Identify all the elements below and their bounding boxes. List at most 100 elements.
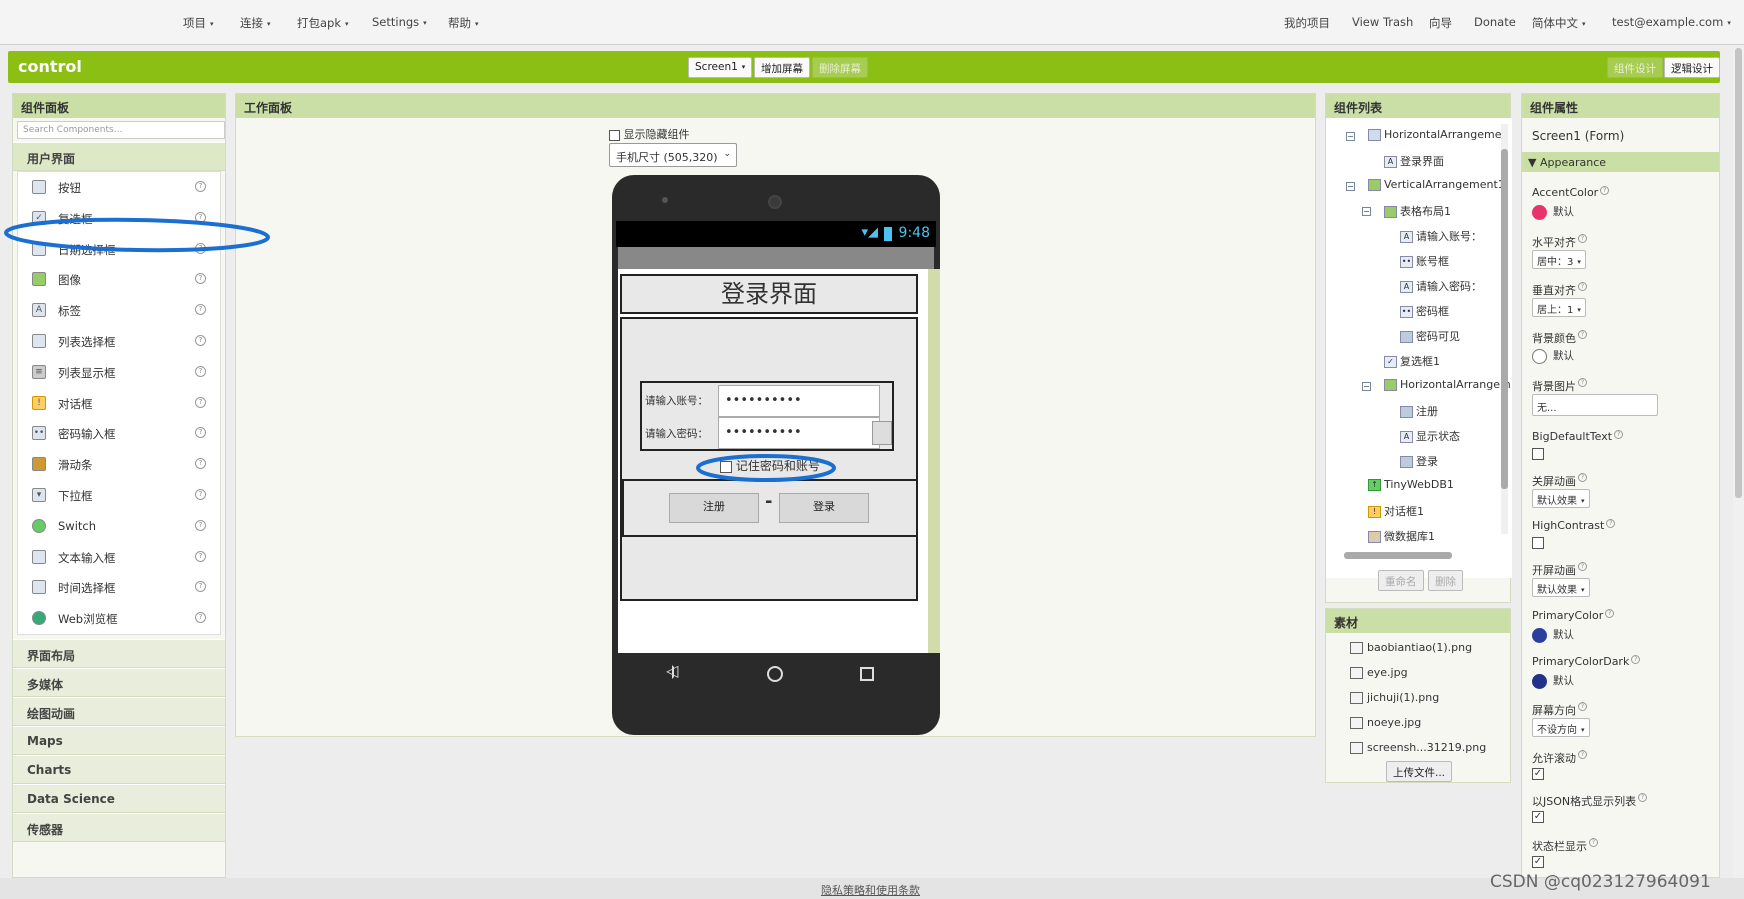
show-hidden-checkbox[interactable] (609, 129, 620, 141)
help-icon[interactable]: ? (195, 458, 206, 470)
device-size-select[interactable]: 手机尺寸 (505,320) ⌄ (609, 143, 737, 167)
open-animation-select[interactable]: 默认效果 ▾ (1532, 578, 1590, 597)
help-icon[interactable]: ? (1578, 378, 1587, 387)
category-media[interactable]: 多媒体 (13, 667, 225, 697)
collapse-icon[interactable]: − (1362, 207, 1371, 216)
palette-search-input[interactable]: Search Components... (17, 121, 225, 139)
palette-item-passwordtextbox[interactable]: •• 密码输入框? (18, 418, 220, 449)
tree-vertical-scrollbar[interactable] (1501, 124, 1508, 534)
palette-item-timepicker[interactable]: 时间选择框? (18, 572, 220, 603)
screen-select[interactable]: Screen1 ▾ (688, 57, 753, 78)
media-file[interactable]: eye.jpg (1350, 666, 1408, 679)
help-icon[interactable]: ? (1578, 282, 1587, 291)
tree-register[interactable]: 注册 (1400, 403, 1438, 419)
collapse-icon[interactable]: − (1362, 382, 1371, 391)
collapse-icon[interactable]: − (1346, 132, 1355, 141)
palette-item-notifier[interactable]: ! 对话框? (18, 388, 220, 419)
register-button[interactable]: 注册 (669, 493, 759, 523)
help-icon[interactable]: ? (195, 488, 206, 500)
primary-color-value[interactable]: 默认 (1532, 627, 1574, 643)
category-layout[interactable]: 界面布局 (13, 638, 225, 668)
tree-tinydb[interactable]: 微数据库1 (1368, 528, 1435, 544)
palette-item-image[interactable]: 图像? (18, 264, 220, 295)
help-icon[interactable]: ? (1578, 330, 1587, 339)
remove-screen-button[interactable]: 删除屏幕 (812, 57, 868, 78)
help-icon[interactable]: ? (1638, 793, 1648, 802)
help-icon[interactable]: ? (1605, 609, 1615, 618)
menu-connect[interactable]: 连接 ▾ (240, 15, 271, 31)
menu-project[interactable]: 项目 ▾ (183, 15, 214, 31)
orientation-select[interactable]: 不设方向 ▾ (1532, 718, 1590, 737)
accent-color-value[interactable]: 默认 (1532, 204, 1574, 220)
appearance-section[interactable]: ▼ Appearance (1522, 152, 1719, 172)
json-list-checkbox[interactable]: ✓ (1532, 811, 1544, 823)
category-charts[interactable]: Charts (13, 754, 225, 784)
tree-horizontal-arrangement-1[interactable]: HorizontalArrangemen (1368, 128, 1508, 141)
menu-settings[interactable]: Settings ▾ (372, 15, 427, 29)
halign-select[interactable]: 居中：3 ▾ (1532, 250, 1586, 269)
valign-select[interactable]: 居上：1 ▾ (1532, 298, 1586, 317)
tree-account-box[interactable]: •• 账号框 (1400, 253, 1449, 269)
password-visible-button[interactable] (872, 421, 892, 445)
help-icon[interactable]: ? (195, 304, 206, 316)
category-data-science[interactable]: Data Science (13, 783, 225, 813)
bgimage-input[interactable]: 无... (1532, 394, 1658, 416)
tree-title-label[interactable]: A 登录界面 (1384, 153, 1444, 169)
menu-help[interactable]: 帮助 ▾ (448, 15, 479, 31)
blocks-button[interactable]: 逻辑设计 (1664, 57, 1720, 78)
privacy-link[interactable]: 隐私策略和使用条款 (821, 882, 920, 898)
tree-notifier[interactable]: ! 对话框1 (1368, 503, 1424, 519)
tree-table-arrangement[interactable]: 表格布局1 (1384, 203, 1451, 219)
tree-status[interactable]: A 显示状态 (1400, 428, 1460, 444)
tree-horizontal-scrollbar[interactable] (1344, 552, 1452, 559)
tree-account-label[interactable]: A 请输入账号： (1400, 228, 1482, 244)
help-icon[interactable]: ? (195, 242, 206, 254)
help-icon[interactable]: ? (1631, 655, 1641, 664)
collapse-icon[interactable]: − (1346, 182, 1355, 191)
tree-password-box[interactable]: •• 密码框 (1400, 303, 1449, 319)
help-icon[interactable]: ? (195, 581, 206, 593)
page-scrollbar[interactable] (1733, 48, 1744, 878)
close-animation-select[interactable]: 默认效果 ▾ (1532, 489, 1590, 508)
delete-button[interactable]: 删除 (1428, 570, 1463, 591)
remember-checkbox[interactable]: 记住密码和账号 (720, 457, 820, 474)
help-icon[interactable]: ? (195, 211, 206, 223)
link-donate[interactable]: Donate (1474, 15, 1516, 29)
help-icon[interactable]: ? (195, 396, 206, 408)
language-menu[interactable]: 简体中文 ▾ (1532, 15, 1586, 31)
page-scrollbar-thumb[interactable] (1735, 48, 1742, 498)
add-screen-button[interactable]: 增加屏幕 (754, 57, 810, 78)
category-maps[interactable]: Maps (13, 725, 225, 755)
bigtext-checkbox[interactable] (1532, 448, 1544, 460)
help-icon[interactable]: ? (1578, 702, 1587, 711)
tree-vertical-arrangement[interactable]: VerticalArrangement1 (1368, 178, 1505, 191)
help-icon[interactable]: ? (195, 612, 206, 624)
remember-check[interactable] (720, 460, 732, 473)
tree-login[interactable]: 登录 (1400, 453, 1438, 469)
scrollbar-thumb[interactable] (1501, 149, 1508, 489)
palette-item-slider[interactable]: 滑动条? (18, 449, 220, 480)
palette-item-label[interactable]: A 标签? (18, 295, 220, 326)
tree-horizontal-arrangement-2[interactable]: HorizontalArrangem (1384, 378, 1511, 391)
media-file[interactable]: noeye.jpg (1350, 716, 1421, 729)
highcontrast-checkbox[interactable] (1532, 537, 1544, 549)
help-icon[interactable]: ? (195, 334, 206, 346)
password-input[interactable]: •••••••••• (718, 417, 880, 449)
media-file[interactable]: jichuji(1).png (1350, 691, 1439, 704)
help-icon[interactable]: ? (1578, 473, 1587, 482)
rename-button[interactable]: 重命名 (1378, 570, 1424, 591)
menu-build-apk[interactable]: 打包apk ▾ (297, 15, 349, 31)
palette-item-checkbox[interactable]: ✓ 复选框? (18, 203, 220, 234)
palette-item-listpicker[interactable]: 列表选择框? (18, 326, 220, 357)
help-icon[interactable]: ? (1578, 562, 1587, 571)
palette-item-datepicker[interactable]: 日期选择框? (18, 234, 220, 265)
palette-item-button[interactable]: 按钮? (18, 172, 220, 203)
help-icon[interactable]: ? (1589, 838, 1598, 847)
media-file[interactable]: baobiantiao(1).png (1350, 641, 1472, 654)
help-icon[interactable]: ? (195, 273, 206, 285)
tree-password-label[interactable]: A 请输入密码： (1400, 278, 1482, 294)
tree-checkbox[interactable]: ✓ 复选框1 (1384, 353, 1440, 369)
help-icon[interactable]: ? (195, 365, 206, 377)
palette-item-listview[interactable]: ≡ 列表显示框? (18, 357, 220, 388)
palette-item-switch[interactable]: Switch? (18, 511, 220, 542)
